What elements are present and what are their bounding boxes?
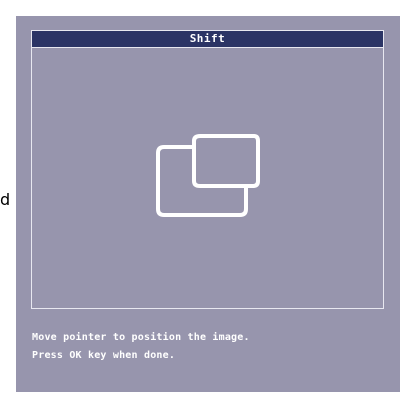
shift-osd-panel: Shift Move pointer to position the image… [16,16,400,392]
shift-windows-icon [156,134,260,217]
instruction-line-2: Press OK key when done. [32,350,176,361]
panel-title: Shift [31,30,384,48]
background-text: d [0,190,11,209]
instructions: Move pointer to position the image. Pres… [32,329,250,365]
instruction-line-1: Move pointer to position the image. [32,332,250,343]
